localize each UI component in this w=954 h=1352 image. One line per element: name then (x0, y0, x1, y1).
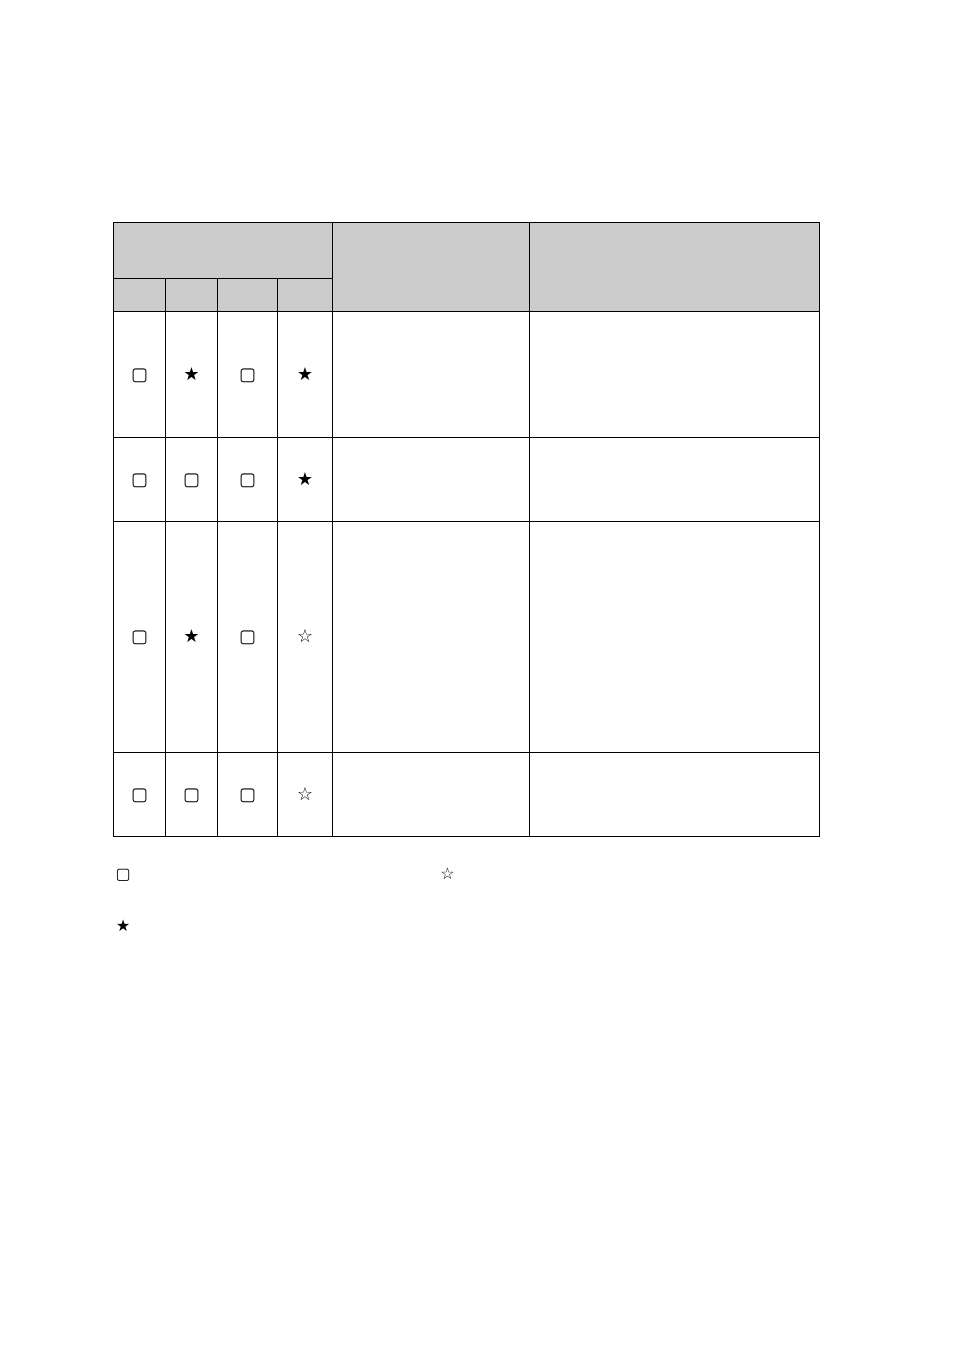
star-outline-icon: ☆ (297, 627, 313, 645)
box-icon: ▢ (131, 470, 148, 488)
cell-r4-c1: ▢ (114, 753, 166, 837)
cell-r1-c5 (333, 312, 530, 438)
table-row: ▢ ★ ▢ ★ (114, 312, 820, 438)
cell-r3-c3: ▢ (218, 522, 278, 753)
cell-r4-c2: ▢ (166, 753, 218, 837)
star-outline-icon: ☆ (297, 785, 313, 803)
box-icon: ▢ (183, 785, 200, 803)
box-icon: ▢ (239, 365, 256, 383)
cell-r2-c1: ▢ (114, 438, 166, 522)
header-col-1 (114, 279, 166, 312)
cell-r1-c2: ★ (166, 312, 218, 438)
cell-r1-c6 (530, 312, 820, 438)
page: ▢ ★ ▢ ★ ▢ ▢ ▢ ★ ▢ ★ ▢ ☆ ▢ ▢ (0, 0, 954, 1352)
box-icon: ▢ (239, 785, 256, 803)
legend-line-1: ▢ ☆ (113, 864, 457, 884)
header-col-3 (218, 279, 278, 312)
box-icon: ▢ (183, 470, 200, 488)
cell-r3-c1: ▢ (114, 522, 166, 753)
cell-r3-c5 (333, 522, 530, 753)
cell-r2-c6 (530, 438, 820, 522)
star-filled-icon: ★ (297, 470, 313, 488)
cell-r2-c4: ★ (278, 438, 333, 522)
header-col-4 (278, 279, 333, 312)
header-col-6 (530, 223, 820, 312)
star-filled-icon: ★ (183, 365, 199, 383)
cell-r3-c4: ☆ (278, 522, 333, 753)
cell-r1-c4: ★ (278, 312, 333, 438)
main-table: ▢ ★ ▢ ★ ▢ ▢ ▢ ★ ▢ ★ ▢ ☆ ▢ ▢ (113, 222, 820, 837)
cell-r2-c5 (333, 438, 530, 522)
box-icon: ▢ (131, 365, 148, 383)
cell-r4-c4: ☆ (278, 753, 333, 837)
table-row: ▢ ▢ ▢ ★ (114, 438, 820, 522)
table-header-row-1 (114, 223, 820, 279)
header-top-left-group (114, 223, 333, 279)
cell-r3-c6 (530, 522, 820, 753)
cell-r4-c5 (333, 753, 530, 837)
box-icon: ▢ (131, 785, 148, 803)
star-outline-icon: ☆ (437, 864, 457, 884)
cell-r3-c2: ★ (166, 522, 218, 753)
table-row: ▢ ▢ ▢ ☆ (114, 753, 820, 837)
cell-r2-c3: ▢ (218, 438, 278, 522)
box-icon: ▢ (239, 627, 256, 645)
cell-r2-c2: ▢ (166, 438, 218, 522)
cell-r1-c1: ▢ (114, 312, 166, 438)
cell-r1-c3: ▢ (218, 312, 278, 438)
star-filled-icon: ★ (113, 916, 133, 936)
header-col-2 (166, 279, 218, 312)
header-col-5 (333, 223, 530, 312)
legend-line-2: ★ (113, 916, 133, 936)
box-icon: ▢ (239, 470, 256, 488)
star-filled-icon: ★ (183, 627, 199, 645)
box-icon: ▢ (113, 864, 133, 884)
box-icon: ▢ (131, 627, 148, 645)
star-filled-icon: ★ (297, 365, 313, 383)
cell-r4-c3: ▢ (218, 753, 278, 837)
table-row: ▢ ★ ▢ ☆ (114, 522, 820, 753)
cell-r4-c6 (530, 753, 820, 837)
